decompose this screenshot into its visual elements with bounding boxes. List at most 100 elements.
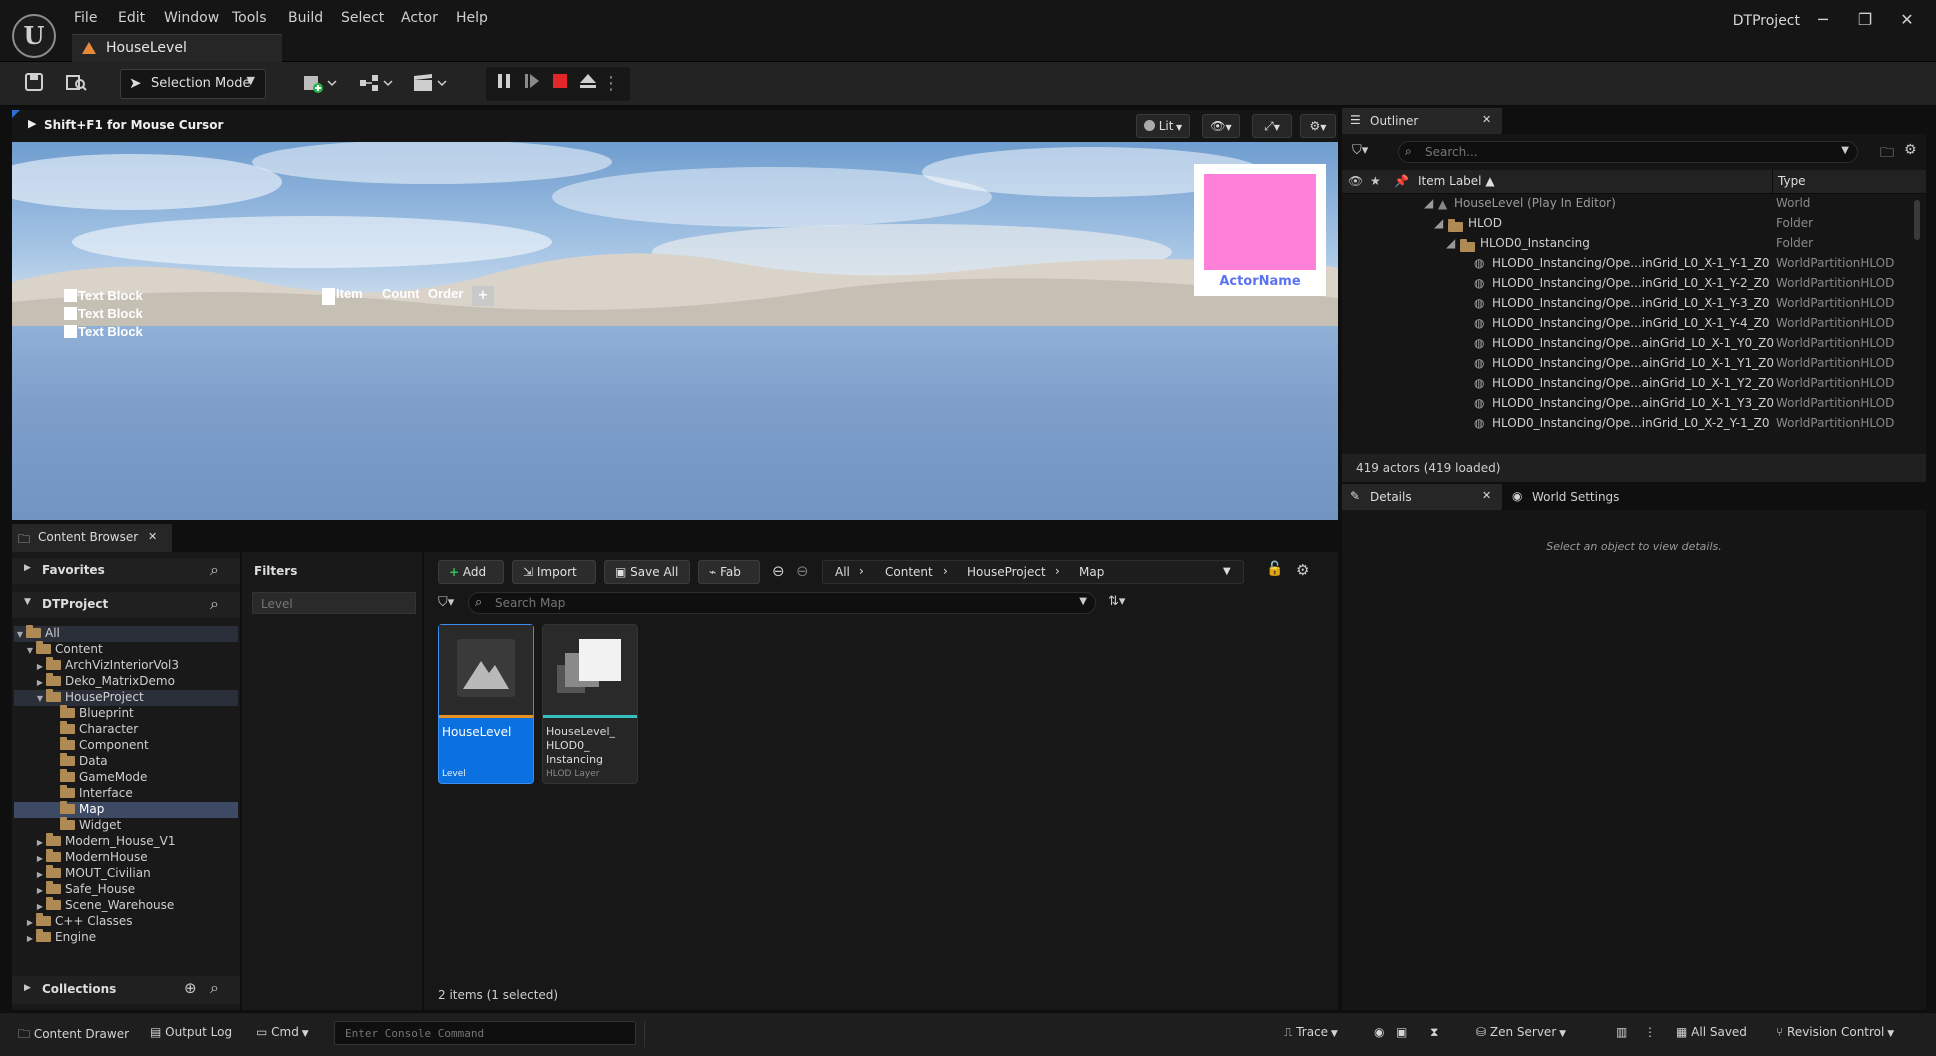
show-flags-button[interactable]: 👁▼ (1202, 114, 1240, 138)
zen-server-dropdown[interactable]: ⛁ Zen Server ▼ (1476, 1025, 1566, 1039)
add-actor-icon[interactable] (300, 72, 340, 96)
hourglass-icon[interactable]: ⧗ (1430, 1025, 1438, 1040)
save-icon[interactable] (22, 72, 46, 96)
menu-select[interactable]: Select (341, 10, 384, 26)
tree-item-gamemode[interactable]: GameMode (60, 769, 238, 786)
menu-help[interactable]: Help (456, 10, 488, 26)
outliner-row[interactable]: ◍ HLOD0_Instancing/Ope...ainGrid_L0_X-1_… (1342, 376, 1912, 396)
pause-icon[interactable] (492, 72, 516, 96)
add-folder-icon[interactable]: 🗀 (1880, 142, 1894, 166)
revision-control-dropdown[interactable]: ⑂ Revision Control ▼ (1776, 1025, 1894, 1039)
asset-tile-hlod-instancing[interactable]: HouseLevel_ HLOD0_ Instancing HLOD Layer (542, 624, 638, 784)
collections-section[interactable]: ▶ Collections ⊕ ⌕ (12, 976, 240, 1004)
record-icon[interactable]: ◉ (1374, 1025, 1384, 1039)
close-icon[interactable]: ✕ (1890, 10, 1924, 29)
close-tab-icon[interactable]: ✕ (1482, 113, 1491, 126)
details-tab[interactable]: ✎ Details ✕ (1342, 484, 1502, 510)
breadcrumb-all[interactable]: All (835, 565, 850, 579)
tree-item-cpp-classes[interactable]: ▶ C++ Classes (24, 913, 238, 930)
tree-item-character[interactable]: Character (60, 721, 238, 738)
tree-item-map[interactable]: Map (14, 801, 238, 818)
close-tab-icon[interactable]: ✕ (148, 530, 157, 543)
save-all-button[interactable]: ▣ Save All (604, 560, 690, 584)
tree-item-modern-house-v1[interactable]: ▶ Modern_House_V1 (34, 833, 238, 850)
outliner-row[interactable]: ◢ HLOD Folder (1342, 216, 1912, 236)
tree-item-data[interactable]: Data (60, 753, 238, 770)
breadcrumb-map[interactable]: Map (1079, 565, 1104, 579)
view-options-button[interactable]: ⤢▼ (1252, 114, 1292, 138)
menu-build[interactable]: Build (288, 10, 323, 26)
filter-chip[interactable] (252, 592, 416, 614)
outliner-row[interactable]: ◍ HLOD0_Instancing/Ope...ainGrid_L0_X-1_… (1342, 396, 1912, 416)
history-forward-icon[interactable]: ⊖ (796, 562, 809, 580)
world-settings-tab[interactable]: ◉ World Settings (1508, 484, 1648, 510)
tree-item-engine[interactable]: ▶ Engine (24, 929, 238, 946)
menu-edit[interactable]: Edit (118, 10, 145, 26)
viewport-settings-button[interactable]: ⚙▼ (1300, 114, 1336, 138)
lock-icon[interactable]: 🔓 (1266, 561, 1283, 577)
search-icon[interactable]: ⌕ (210, 560, 219, 580)
close-tab-icon[interactable]: ✕ (1482, 489, 1491, 502)
search-icon[interactable]: ⌕ (210, 594, 219, 614)
output-log-button[interactable]: ▤ Output Log (150, 1025, 232, 1039)
menu-tools[interactable]: Tools (232, 10, 267, 26)
outliner-search[interactable]: ⌕ ▼ (1398, 141, 1858, 163)
frame-skip-icon[interactable] (520, 72, 544, 96)
filter-icon[interactable]: ⛉▾ (1352, 143, 1368, 158)
tree-item-modernhouse[interactable]: ▶ ModernHouse (34, 849, 238, 866)
level-tab[interactable]: HouseLevel (72, 34, 282, 62)
outliner-row[interactable]: ◍ HLOD0_Instancing/Ope...inGrid_L0_X-1_Y… (1342, 316, 1912, 336)
breadcrumb-houseproject[interactable]: HouseProject (967, 565, 1046, 579)
menu-file[interactable]: File (74, 10, 97, 26)
breadcrumb-content[interactable]: Content (885, 565, 933, 579)
asset-search[interactable]: ⌕ ▼ (468, 592, 1096, 614)
project-section[interactable]: ▼ DTProject ⌕ (12, 592, 240, 618)
menu-actor[interactable]: Actor (401, 10, 438, 26)
tree-item-component[interactable]: Component (60, 737, 238, 754)
expand-arrow-icon[interactable]: ◢ (1424, 196, 1433, 210)
tree-item-mout[interactable]: ▶ MOUT_Civilian (34, 865, 238, 882)
add-button[interactable]: + Add (438, 560, 504, 584)
menu-window[interactable]: Window (164, 10, 219, 26)
more-options-icon[interactable]: ⋮ (602, 72, 620, 96)
outliner-search-input[interactable] (1423, 144, 1823, 160)
outliner-row[interactable]: ◢ HLOD0_Instancing Folder (1342, 236, 1912, 256)
outliner-row[interactable]: ◍ HLOD0_Instancing/Ope...inGrid_L0_X-1_Y… (1342, 296, 1912, 316)
tree-item-houseproject[interactable]: ▼ HouseProject (14, 689, 238, 706)
import-button[interactable]: ⇲ Import (512, 560, 596, 584)
tree-item-interface[interactable]: Interface (60, 785, 238, 802)
level-viewport[interactable]: Text Block Text Block Text Block Item Co… (12, 142, 1338, 520)
outliner-tab[interactable]: ☰ Outliner ✕ (1342, 108, 1502, 134)
stop-icon[interactable] (548, 72, 572, 96)
lit-mode-button[interactable]: Lit ▼ (1136, 114, 1190, 138)
content-drawer-button[interactable]: 🗀 Content Drawer (18, 1025, 129, 1046)
outliner-row[interactable]: ◍ HLOD0_Instancing/Ope...ainGrid_L0_X-1_… (1342, 356, 1912, 376)
outliner-row[interactable]: ◍ HLOD0_Instancing/Ope...ainGrid_L0_X-1_… (1342, 336, 1912, 356)
console-input[interactable] (343, 1026, 623, 1041)
tree-item-scene-warehouse[interactable]: ▶ Scene_Warehouse (34, 897, 238, 914)
filter-icon[interactable]: ⛉▾ (438, 595, 454, 610)
tree-item-blueprint[interactable]: Blueprint (60, 705, 238, 722)
add-collection-icon[interactable]: ⊕ (184, 979, 197, 997)
expand-arrow-icon[interactable]: ◢ (1434, 216, 1443, 230)
tree-item-deko[interactable]: ▶ Deko_MatrixDemo (34, 673, 238, 690)
outliner-scrollbar[interactable] (1914, 200, 1920, 240)
column-item-label[interactable]: Item Label ▲ (1418, 174, 1495, 188)
outliner-row[interactable]: ◍ HLOD0_Instancing/Ope...inGrid_L0_X-1_Y… (1342, 256, 1912, 276)
pin-icon[interactable]: 📌 (1394, 174, 1409, 188)
tree-item-all[interactable]: ▼ All (14, 625, 238, 642)
more-options-icon[interactable]: ⋮ (1644, 1025, 1656, 1039)
expand-arrow-icon[interactable]: ◢ (1446, 236, 1455, 250)
browse-icon[interactable] (64, 72, 88, 96)
tree-item-safe-house[interactable]: ▶ Safe_House (34, 881, 238, 898)
unreal-logo-icon[interactable] (12, 14, 56, 58)
sort-icon[interactable]: ⇅▾ (1108, 594, 1125, 609)
tree-item-widget[interactable]: Widget (60, 817, 238, 834)
tree-item-archviz[interactable]: ▶ ArchVizInteriorVol3 (34, 657, 238, 674)
content-browser-tab[interactable]: 🗀 Content Browser ✕ (12, 524, 172, 552)
eject-icon[interactable] (576, 72, 600, 96)
minimize-icon[interactable]: ─ (1806, 10, 1840, 29)
asset-tile-houselevel[interactable]: HouseLevel Level (438, 624, 534, 784)
console-command[interactable] (334, 1021, 636, 1045)
history-back-icon[interactable]: ⊖ (772, 562, 785, 580)
